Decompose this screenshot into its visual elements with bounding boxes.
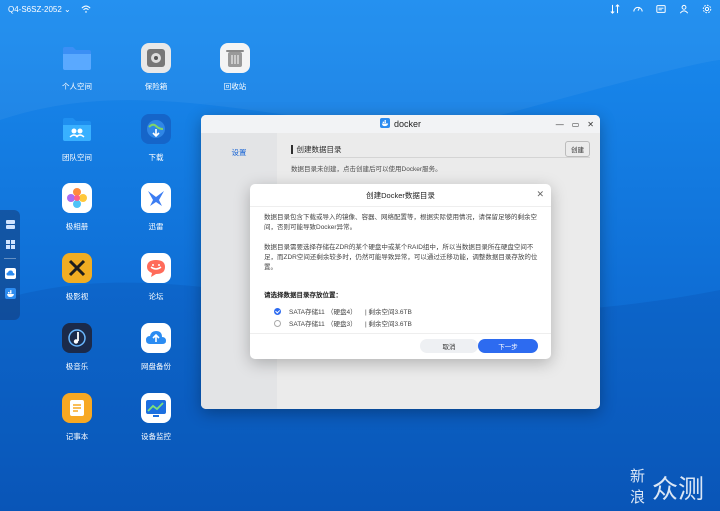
desktop-icon-label: 论坛 [148,292,164,301]
desktop-icon-cloud-backup[interactable]: 网盘备份 [126,323,186,372]
docker-icon [379,118,390,130]
desktop-icon-label: 迅雷 [148,222,164,231]
location-section-title: 请选择数据目录存放位置： [264,292,342,299]
next-button[interactable]: 下一步 [478,339,538,353]
user-icon[interactable] [679,4,689,14]
download-globe-icon [141,114,171,144]
storage-space: | 剩余空间3.6TB [365,321,412,328]
desktop-icon-download[interactable]: 下载 [126,114,186,163]
forum-icon [141,253,171,283]
cancel-button[interactable]: 取消 [420,339,478,353]
safe-icon [141,43,171,73]
side-dock [0,210,20,320]
close-icon[interactable]: ✕ [536,189,544,200]
desktop-icon-safe[interactable]: 保险箱 [126,43,186,92]
divider [250,333,551,334]
desktop-icon-video[interactable]: 极影视 [47,253,107,302]
desktop-icon-label: 下载 [148,153,164,162]
close-icon[interactable]: ✕ [587,120,594,129]
svg-text:众测: 众测 [652,475,704,505]
desktop-icon-label: 极音乐 [65,362,89,371]
storage-space: | 剩余空间3.6TB [365,309,412,316]
team-folder-icon [62,114,92,144]
desktop-icon-label: 保险箱 [144,82,168,91]
desktop-icon-forum[interactable]: 论坛 [126,253,186,302]
desktop-icon-device-monitor[interactable]: 设备监控 [126,393,186,442]
svg-text:浪: 浪 [630,488,645,506]
desktop-icon-label: 网盘备份 [141,362,171,371]
folder-icon [62,43,92,73]
notepad-icon [62,393,92,423]
desktop-icon-music[interactable]: 极音乐 [47,323,107,372]
desktop-icon-team-space[interactable]: 团队空间 [47,114,107,163]
radio-selected[interactable] [274,307,281,315]
svg-text:新: 新 [630,467,645,485]
dialog-title: 创建Docker数据目录 [366,190,435,200]
storage-name: SATA存储11 [289,309,325,316]
photos-icon [62,183,92,213]
docker-dock-icon[interactable] [4,287,16,299]
desktop-icon-notepad[interactable]: 记事本 [47,393,107,442]
cloud-backup-icon [141,323,171,353]
create-data-dir-dialog: 创建Docker数据目录 ✕ 数据目录包含下载或导入的镜像、容器、网络配置等，根… [250,184,551,359]
minimize-icon[interactable]: — [556,120,564,129]
storage-disk: （硬盘4） [327,309,357,316]
desktop-icon-thunder[interactable]: 迅雷 [126,183,186,232]
desktop-icon-label: 个人空间 [62,82,92,91]
desktop-icon-label: 回收站 [223,82,247,91]
speed-icon[interactable] [633,4,643,14]
desktop-icon-label: 设备监控 [141,432,171,441]
radio-unselected[interactable] [274,319,281,327]
thunder-icon [141,183,171,213]
device-name-label: Q4-S6SZ-2052 [8,4,62,14]
trash-icon [220,43,250,73]
storage-name: SATA存储11 [289,321,325,328]
desktop-icon-label: 极影视 [65,292,89,301]
dialog-paragraph-2: 数据目录需要选择存储在ZDR的某个硬盘中或某个RAID组中，所以当数据目录所在硬… [264,244,538,271]
storage-disk: （硬盘3） [327,321,357,328]
message-icon[interactable] [656,4,666,14]
desktop-icon-label: 极相册 [65,222,89,231]
watermark-logo: 新 浪 众测 [630,464,716,506]
divider [250,206,551,207]
dialog-paragraph-1: 数据目录包含下载或导入的镜像、容器、网络配置等，根据实际使用情况，请保留足够的剩… [264,214,537,231]
video-icon [62,253,92,283]
monitor-icon [141,393,171,423]
desktop-icon-trash[interactable]: 回收站 [205,43,265,92]
wifi-icon [81,4,91,14]
window-titlebar[interactable]: docker — ▭ ✕ [201,115,600,133]
desktop-icon-label: 记事本 [65,432,89,441]
desktop-icon-personal-space[interactable]: 个人空间 [47,43,107,92]
storage-option[interactable]: SATA存储11 （硬盘4） | 剩余空间3.6TB [274,306,412,316]
desktop-icon-label: 团队空间 [62,153,92,162]
storage-option[interactable]: SATA存储11 （硬盘3） | 剩余空间3.6TB [274,318,412,328]
dialog-header: 创建Docker数据目录 ✕ [250,184,551,206]
cloud-app-icon[interactable] [4,267,16,279]
maximize-icon[interactable]: ▭ [572,120,580,129]
device-name[interactable]: Q4-S6SZ-2052 ⌄ [8,5,71,14]
settings-icon[interactable] [702,4,712,14]
window-title: docker [393,119,421,129]
transfer-icon[interactable] [610,4,620,14]
top-bar: Q4-S6SZ-2052 ⌄ [0,0,720,18]
dock-divider [4,258,16,259]
desktop-icon-photos[interactable]: 极相册 [47,183,107,232]
music-icon [62,323,92,353]
server-icon[interactable] [4,218,16,230]
app-grid-icon[interactable] [4,238,16,250]
